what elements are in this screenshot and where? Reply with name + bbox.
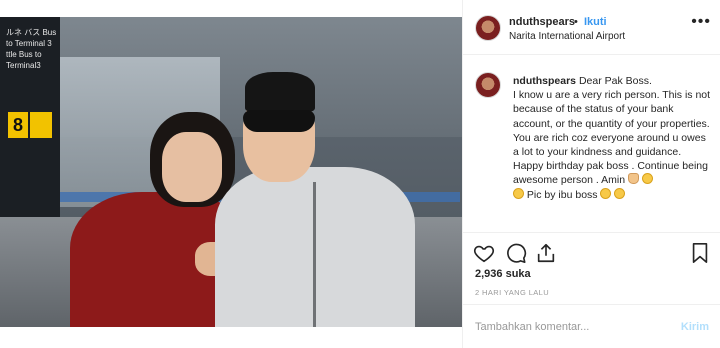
praying-hands-emoji-icon xyxy=(627,173,639,185)
photo-person-right xyxy=(215,72,415,327)
location-link[interactable]: Narita International Airport xyxy=(509,31,625,42)
grinning-face-emoji-icon xyxy=(600,187,612,199)
partying-face-emoji-icon xyxy=(641,173,653,185)
instagram-post: ルネ バス Bus to Terminal 3 ttle Bus to Term… xyxy=(0,0,720,348)
caption-line2: Happy birthday pak boss . Continue being… xyxy=(513,159,713,187)
likes-count[interactable]: 2,936 suka xyxy=(475,268,531,280)
caption-username[interactable]: nduthspears xyxy=(513,75,576,87)
photo-airport-sign: ルネ バス Bus to Terminal 3 ttle Bus to Term… xyxy=(0,17,60,217)
sign-number: 8 xyxy=(8,112,28,138)
comment-input[interactable]: Tambahkan komentar... xyxy=(475,321,589,333)
share-icon[interactable] xyxy=(535,242,557,264)
grinning-face-emoji-icon-2 xyxy=(614,187,626,199)
send-button[interactable]: Kirim xyxy=(681,321,709,333)
header-username[interactable]: nduthspears xyxy=(509,16,575,28)
bookmark-icon[interactable] xyxy=(689,242,711,264)
heart-icon[interactable] xyxy=(473,242,495,264)
avatar[interactable] xyxy=(475,15,501,41)
caption-avatar[interactable] xyxy=(475,72,501,98)
follow-button[interactable]: Ikuti xyxy=(584,16,607,28)
header-separator: • xyxy=(574,16,578,28)
caption: nduthspears Dear Pak Boss. I know u are … xyxy=(513,74,713,202)
caption-line3: Pic by ibu boss xyxy=(513,187,713,202)
caption-birthday: Happy birthday pak boss . Continue being… xyxy=(513,160,708,187)
post-header: nduthspears • Ikuti Narita International… xyxy=(463,0,720,55)
bus-icon xyxy=(30,112,52,138)
post-sidebar: nduthspears • Ikuti Narita International… xyxy=(462,0,720,348)
post-date[interactable]: 2 HARI YANG LALU xyxy=(475,288,549,297)
sign-text: ルネ バス Bus to Terminal 3 ttle Bus to Term… xyxy=(6,28,57,70)
more-horizontal-icon[interactable]: ••• xyxy=(691,13,711,31)
comment-icon[interactable] xyxy=(505,242,527,264)
add-comment-section: Tambahkan komentar... Kirim xyxy=(463,304,720,348)
smiling-face-emoji-icon xyxy=(513,187,524,199)
post-actions xyxy=(463,232,720,272)
caption-photo-credit: Pic by ibu boss xyxy=(526,188,598,201)
caption-body: I know u are a very rich person. This is… xyxy=(513,89,711,159)
comments-area: nduthspears Dear Pak Boss. I know u are … xyxy=(463,56,720,232)
post-photo[interactable]: ルネ バス Bus to Terminal 3 ttle Bus to Term… xyxy=(0,17,462,327)
caption-text-first: Dear Pak Boss. xyxy=(578,75,652,87)
